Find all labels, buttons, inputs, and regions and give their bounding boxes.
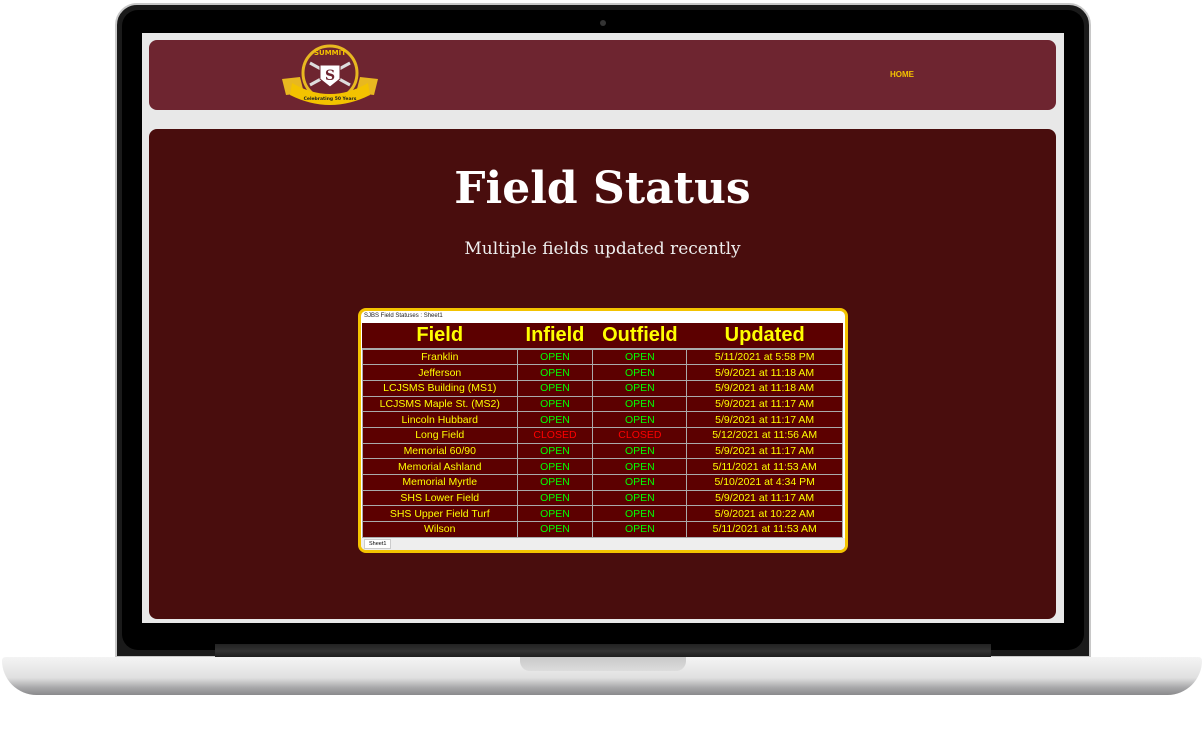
embedded-sheet[interactable]: SJBS Field Statuses : Sheet1 Field Infiel… (358, 308, 848, 553)
field-name: Long Field (362, 426, 518, 444)
outfield-status: OPEN (592, 411, 688, 428)
svg-text:SUMMIT: SUMMIT (314, 49, 346, 57)
outfield-status: OPEN (592, 489, 688, 507)
updated-time: 5/9/2021 at 11:17 AM (686, 489, 843, 507)
outfield-status: OPEN (592, 395, 688, 413)
column-header: Updated (686, 323, 843, 350)
laptop-hinge (215, 644, 991, 658)
infield-status: OPEN (516, 521, 594, 538)
updated-time: 5/9/2021 at 11:17 AM (686, 442, 843, 460)
table-row: Memorial Ashland OPEN OPEN 5/11/2021 at 11:… (362, 458, 843, 475)
outfield-status: OPEN (592, 521, 688, 538)
infield-status: OPEN (516, 474, 594, 491)
outfield-status: CLOSED (592, 426, 688, 444)
infield-status: OPEN (516, 411, 594, 428)
field-name: Wilson (362, 521, 518, 538)
updated-time: 5/10/2021 at 4:34 PM (686, 474, 843, 491)
field-name: Memorial Myrtle (362, 474, 518, 491)
table-row: LCJSMS Building (MS1) OPEN OPEN 5/9/2021 at… (362, 379, 843, 397)
infield-status: OPEN (516, 505, 594, 523)
outfield-status: OPEN (592, 505, 688, 523)
table-row: SHS Lower Field OPEN OPEN 5/9/2021 at 11:17… (362, 489, 843, 507)
infield-status: OPEN (516, 364, 594, 381)
field-name: Memorial 60/90 (362, 442, 518, 460)
field-name: SHS Lower Field (362, 489, 518, 507)
infield-status: OPEN (516, 348, 594, 366)
laptop-notch (520, 657, 686, 671)
updated-time: 5/11/2021 at 11:53 AM (686, 521, 843, 538)
column-header: Field (362, 323, 517, 350)
svg-text:Celebrating 50 Years: Celebrating 50 Years (304, 96, 357, 102)
infield-status: CLOSED (516, 426, 594, 444)
field-name: Jefferson (362, 364, 518, 381)
updated-time: 5/9/2021 at 11:18 AM (686, 364, 843, 381)
field-name: Lincoln Hubbard (362, 411, 518, 428)
table-row: Memorial Myrtle OPEN OPEN 5/10/2021 at 4:34… (362, 474, 843, 491)
infield-status: OPEN (516, 489, 594, 507)
table-row: Lincoln Hubbard OPEN OPEN 5/9/2021 at 11:17… (362, 411, 843, 428)
outfield-status: OPEN (592, 379, 688, 397)
table-row: Jefferson OPEN OPEN 5/9/2021 at 11:18 AM (362, 364, 843, 381)
outfield-status: OPEN (592, 364, 688, 381)
updated-time: 5/9/2021 at 11:18 AM (686, 379, 843, 397)
column-header: Outfield (592, 323, 687, 350)
column-header: Infield (517, 323, 593, 350)
table-row: Long Field CLOSED CLOSED 5/12/2021 at 11:56… (362, 426, 843, 444)
field-name: LCJSMS Building (MS1) (362, 379, 518, 397)
outfield-status: OPEN (592, 458, 688, 475)
infield-status: OPEN (516, 442, 594, 460)
nav-home-link[interactable]: HOME (890, 70, 914, 79)
outfield-status: OPEN (592, 442, 688, 460)
svg-text:S: S (325, 68, 335, 84)
field-name: Franklin (362, 348, 518, 366)
outfield-status: OPEN (592, 474, 688, 491)
infield-status: OPEN (516, 458, 594, 475)
sheet-title: SJBS Field Statuses : Sheet1 (364, 313, 443, 319)
updated-time: 5/9/2021 at 11:17 AM (686, 411, 843, 428)
sheet-tab-bar: Sheet1 (361, 538, 845, 550)
field-name: Memorial Ashland (362, 458, 518, 475)
updated-time: 5/11/2021 at 11:53 AM (686, 458, 843, 475)
summit-logo[interactable]: S SUMMIT Celebrating 50 Years (280, 43, 380, 107)
outfield-status: OPEN (592, 348, 688, 366)
page-title: Field Status (454, 163, 751, 214)
table-row: LCJSMS Maple St. (MS2) OPEN OPEN 5/9/2021 a… (362, 395, 843, 413)
table-row: Franklin OPEN OPEN 5/11/2021 at 5:58 PM (362, 348, 843, 366)
table-row: Wilson OPEN OPEN 5/11/2021 at 11:53 AM (362, 521, 843, 538)
updated-time: 5/12/2021 at 11:56 AM (686, 426, 843, 444)
infield-status: OPEN (516, 379, 594, 397)
updated-time: 5/9/2021 at 10:22 AM (686, 505, 843, 523)
infield-status: OPEN (516, 395, 594, 413)
field-name: SHS Upper Field Turf (362, 505, 518, 523)
page-subtitle: Multiple fields updated recently (464, 239, 741, 259)
field-status-table: Field Infield Outfield Updated Franklin OPEN… (362, 323, 843, 538)
webcam (600, 20, 606, 26)
updated-time: 5/11/2021 at 5:58 PM (686, 348, 843, 366)
field-name: LCJSMS Maple St. (MS2) (362, 395, 518, 413)
table-row: Memorial 60/90 OPEN OPEN 5/9/2021 at 11:17 … (362, 442, 843, 460)
updated-time: 5/9/2021 at 11:17 AM (686, 395, 843, 413)
table-row: SHS Upper Field Turf OPEN OPEN 5/9/2021 at … (362, 505, 843, 523)
sheet-tab[interactable]: Sheet1 (364, 539, 392, 549)
